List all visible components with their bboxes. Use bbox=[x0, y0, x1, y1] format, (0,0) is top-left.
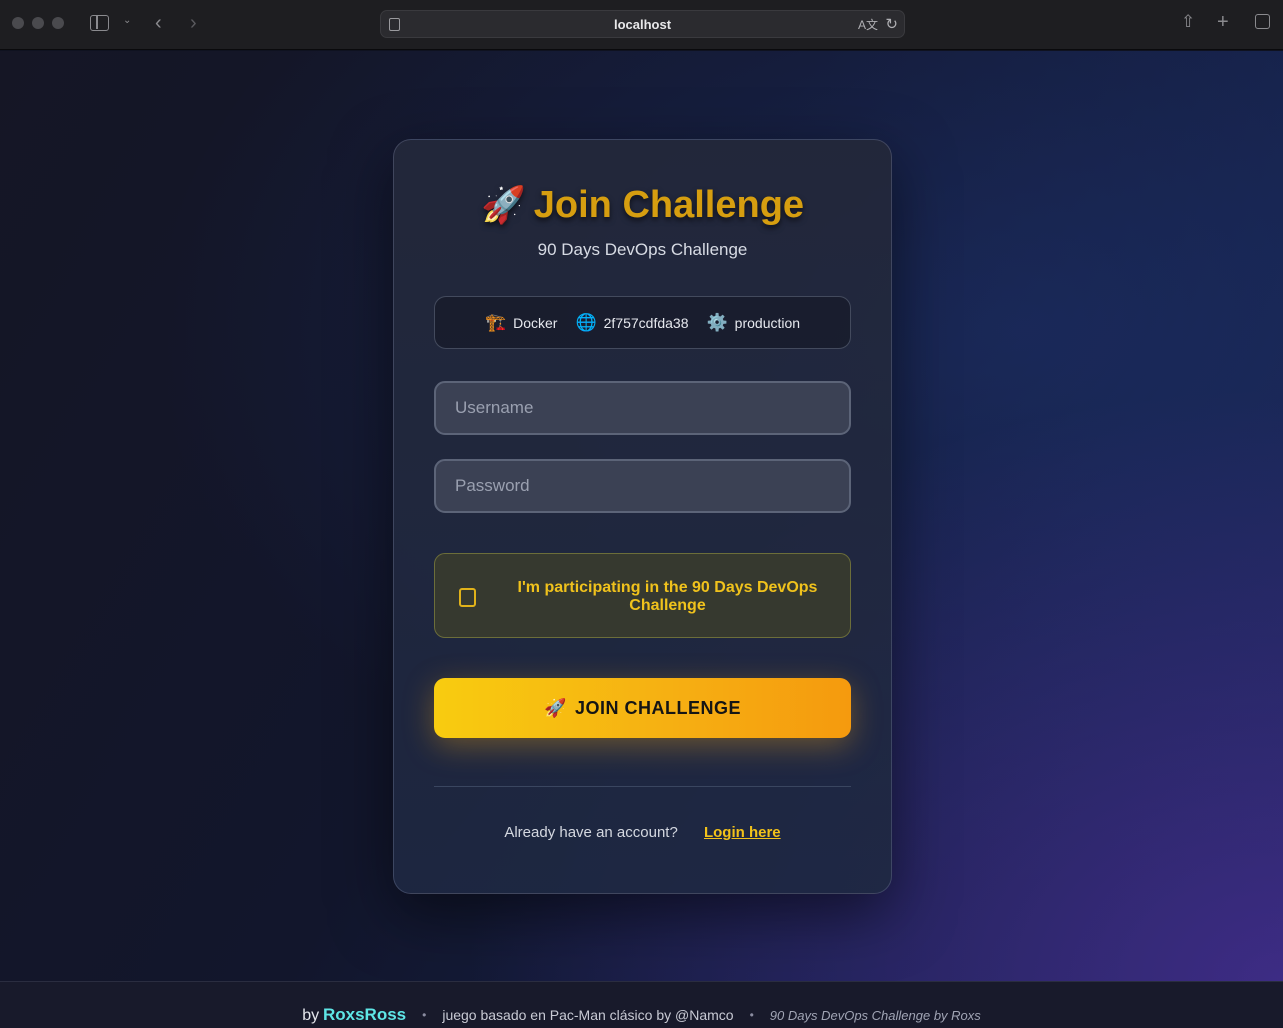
participation-label[interactable]: I'm participating in the 90 Days DevOps … bbox=[505, 579, 830, 615]
globe-icon: 🌐 bbox=[575, 312, 597, 332]
page-footer: by RoxsRoss • juego basado en Pac-Man cl… bbox=[0, 981, 1283, 1028]
footer-based-on: juego basado en Pac-Man clásico by @Namc… bbox=[442, 1007, 734, 1023]
page-subtitle: 90 Days DevOps Challenge bbox=[537, 240, 748, 259]
page-background: 🚀 Join Challenge 90 Days DevOps Challenge… bbox=[0, 51, 1283, 981]
url-text[interactable]: localhost bbox=[381, 17, 904, 32]
info-host: 🌐 2f757cdfda38 bbox=[575, 313, 688, 333]
join-challenge-button[interactable]: 🚀 JOIN CHALLENGE bbox=[434, 678, 851, 738]
new-tab-icon[interactable]: + bbox=[1217, 12, 1229, 32]
login-prompt: Already have an account? bbox=[504, 824, 678, 841]
info-environment-label: production bbox=[734, 314, 801, 331]
rocket-icon: 🚀 bbox=[480, 184, 526, 225]
share-icon[interactable]: ⇧ bbox=[1181, 13, 1195, 30]
info-host-label: 2f757cdfda38 bbox=[603, 314, 689, 331]
page-title: 🚀 Join Challenge bbox=[394, 184, 891, 227]
signup-card: 🚀 Join Challenge 90 Days DevOps Challenge… bbox=[393, 139, 892, 894]
close-window-button[interactable] bbox=[12, 17, 24, 29]
chevron-down-icon[interactable]: ⌄ bbox=[123, 16, 131, 26]
window-controls bbox=[12, 17, 64, 29]
participation-checkbox[interactable] bbox=[459, 588, 476, 607]
separator: • bbox=[749, 1008, 754, 1022]
username-input[interactable] bbox=[434, 381, 851, 435]
info-environment: ⚙️ production bbox=[707, 313, 801, 333]
footer-author-line: by RoxsRoss bbox=[302, 1005, 406, 1025]
footer-by: by bbox=[302, 1007, 320, 1024]
login-prompt-row: Already have an account? Login here bbox=[394, 824, 891, 841]
translate-icon[interactable]: A文 bbox=[858, 16, 878, 33]
address-bar[interactable]: localhost A文 ↻ bbox=[380, 10, 905, 38]
gear-icon: ⚙️ bbox=[706, 312, 728, 332]
password-input[interactable] bbox=[434, 459, 851, 513]
author-link[interactable]: RoxsRoss bbox=[323, 1005, 406, 1024]
forward-icon[interactable]: › bbox=[190, 13, 197, 33]
reload-icon[interactable]: ↻ bbox=[885, 15, 898, 33]
back-icon[interactable]: ‹ bbox=[155, 13, 162, 33]
login-link[interactable]: Login here bbox=[704, 824, 781, 841]
environment-info: 🏗️ Docker 🌐 2f757cdfda38 ⚙️ production bbox=[434, 296, 851, 349]
crane-icon: 🏗️ bbox=[484, 312, 507, 332]
info-platform-label: Docker bbox=[513, 314, 558, 331]
maximize-window-button[interactable] bbox=[52, 17, 64, 29]
info-platform: 🏗️ Docker bbox=[485, 313, 558, 333]
separator: • bbox=[422, 1008, 427, 1022]
participation-option[interactable]: I'm participating in the 90 Days DevOps … bbox=[434, 553, 851, 638]
divider bbox=[434, 786, 851, 787]
rocket-icon: 🚀 bbox=[544, 697, 567, 718]
tab-overview-icon[interactable] bbox=[1255, 14, 1270, 29]
title-text: Join Challenge bbox=[533, 184, 805, 226]
sidebar-icon[interactable] bbox=[90, 15, 109, 31]
browser-toolbar: ⌄ ‹ › localhost A文 ↻ ⇧ + bbox=[0, 0, 1283, 50]
minimize-window-button[interactable] bbox=[32, 17, 44, 29]
footer-credit: 90 Days DevOps Challenge by Roxs bbox=[769, 1007, 981, 1023]
join-button-label: JOIN CHALLENGE bbox=[574, 697, 741, 718]
